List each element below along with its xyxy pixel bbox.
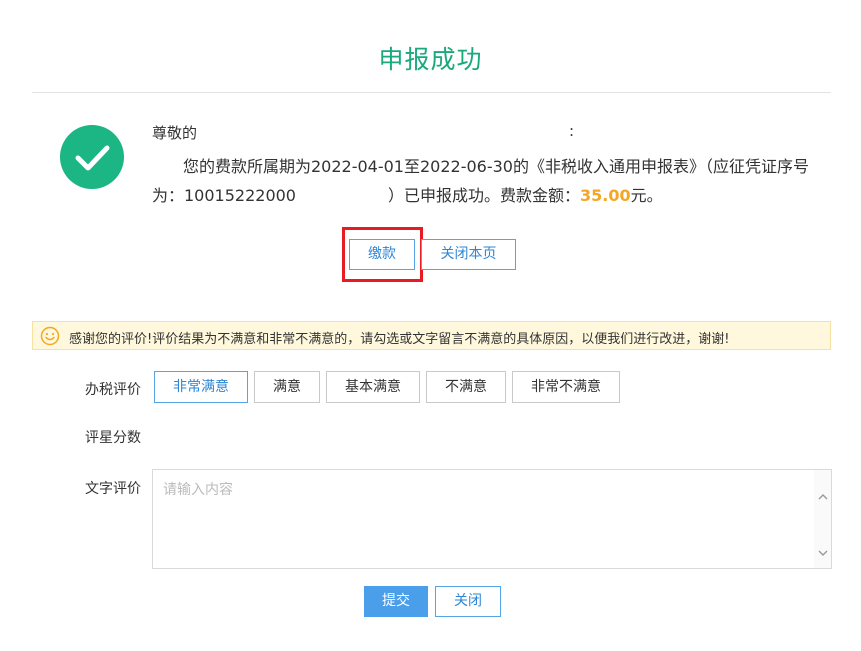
chevron-down-icon[interactable] — [818, 542, 828, 561]
notice-text: 感谢您的评价!评价结果为不满意和非常不满意的，请勾选或文字留言不满意的具体原因，… — [69, 332, 730, 347]
redacted-area — [295, 187, 388, 206]
message-line-1: 您的费款所属期为2022-04-01至2022-06-30的《非税收入通用申报表… — [183, 157, 809, 176]
check-circle-icon — [60, 125, 124, 189]
textarea-scrollbar[interactable] — [814, 470, 831, 568]
pay-button[interactable]: 缴款 — [349, 239, 415, 270]
option-very-satisfied[interactable]: 非常满意 — [154, 371, 248, 403]
declaration-success-page: 申报成功 尊敬的 : 您的费款所属期为2022-04-01至2022-06-30… — [0, 0, 861, 651]
greeting-text: 尊敬的 — [152, 124, 198, 142]
tax-evaluation-label: 办税评价 — [85, 382, 141, 398]
notice-bar: 感谢您的评价!评价结果为不满意和非常不满意的，请勾选或文字留言不满意的具体原因，… — [32, 321, 831, 350]
text-evaluation-input[interactable] — [153, 470, 813, 568]
option-dissatisfied[interactable]: 不满意 — [426, 371, 506, 403]
option-basically-satisfied[interactable]: 基本满意 — [326, 371, 420, 403]
currency-unit: 元。 — [630, 186, 663, 205]
greeting-colon: : — [569, 122, 575, 140]
fee-amount: 35.00 — [580, 186, 631, 205]
smile-icon — [40, 326, 60, 350]
message-status: ）已申报成功。费款金额： — [387, 186, 580, 205]
option-satisfied[interactable]: 满意 — [254, 371, 320, 403]
submit-button[interactable]: 提交 — [364, 586, 428, 617]
text-evaluation-box — [152, 469, 832, 569]
option-very-dissatisfied[interactable]: 非常不满意 — [512, 371, 620, 403]
page-title: 申报成功 — [378, 45, 483, 74]
message-line-2: 为：10015222000 ）已申报成功。费款金额：35.00元。 — [152, 182, 663, 206]
close-button[interactable]: 关闭 — [435, 586, 501, 617]
voucher-number: 为：10015222000 — [152, 186, 296, 205]
divider — [32, 92, 831, 93]
chevron-up-icon[interactable] — [818, 486, 828, 505]
text-evaluation-label: 文字评价 — [85, 481, 141, 497]
close-page-button[interactable]: 关闭本页 — [421, 239, 516, 270]
star-rating-label: 评星分数 — [85, 430, 141, 446]
